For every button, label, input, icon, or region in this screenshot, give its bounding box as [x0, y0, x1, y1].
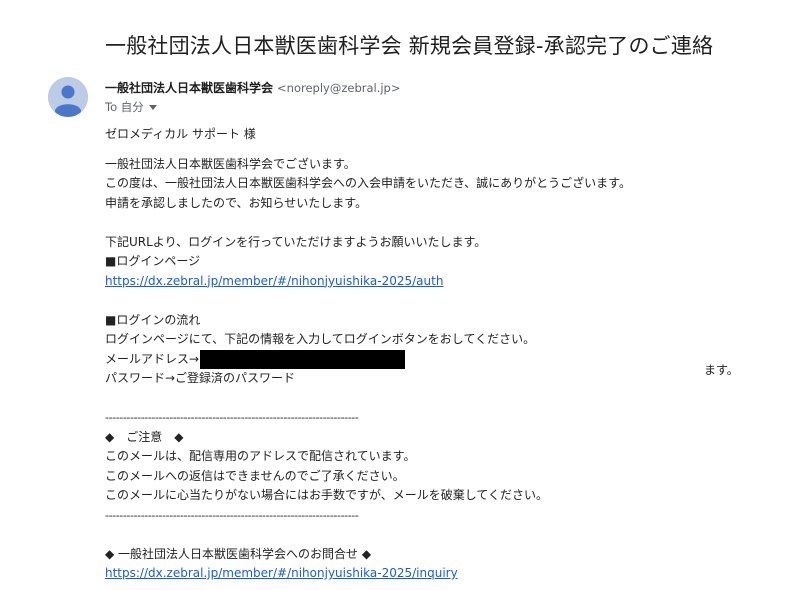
- login-flow-heading: ■ログインの流れ: [105, 312, 201, 327]
- inquiry-url-link[interactable]: https://dx.zebral.jp/member/#/nihonjyuis…: [105, 566, 458, 580]
- login-url-link[interactable]: https://dx.zebral.jp/member/#/nihonjyuis…: [105, 274, 443, 288]
- intro-line: 申請を承認しましたので、お知らせいたします。: [105, 195, 368, 210]
- email-view: 一般社団法人日本獣医歯科学会 新規会員登録-承認完了のご連絡 一般社団法人日本獣…: [0, 0, 800, 590]
- redacted-email-block: [200, 349, 406, 369]
- recipient-details-toggle[interactable]: To 自分: [105, 98, 157, 116]
- notice-line: このメールに心当たりがない場合にはお手数ですが、メールを破棄してください。: [105, 488, 549, 502]
- sender-email: <noreply@zebral.jp>: [277, 81, 401, 95]
- divider: ----------------------------------------…: [105, 411, 359, 424]
- stray-text: ます。: [704, 363, 739, 377]
- email-body: ゼロメディカル サポート 様 一般社団法人日本獣医歯科学会でございます。 この度…: [105, 125, 785, 584]
- sender-line: 一般社団法人日本獣医歯科学会 <noreply@zebral.jp>: [105, 79, 401, 97]
- sender-name[interactable]: 一般社団法人日本獣医歯科学会: [105, 81, 273, 95]
- login-page-heading: ■ログインページ: [105, 254, 201, 268]
- notice-heading: ◆ ご注意 ◆: [105, 429, 184, 444]
- chevron-down-icon[interactable]: [148, 105, 157, 110]
- inquiry-heading: ◆ 一般社団法人日本獣医歯科学会へのお問合せ ◆: [105, 546, 372, 561]
- person-icon: [48, 77, 88, 117]
- password-line: パスワード→ご登録済のパスワード: [105, 371, 296, 385]
- email-subject: 一般社団法人日本獣医歯科学会 新規会員登録-承認完了のご連絡: [105, 34, 714, 58]
- intro-line: 一般社団法人日本獣医歯科学会でございます。: [105, 156, 356, 171]
- greeting: ゼロメディカル サポート 様: [105, 127, 256, 141]
- login-request: 下記URLより、ログインを行っていただけますようお願いいたします。: [105, 234, 487, 249]
- recipient-label: To 自分: [105, 100, 144, 114]
- sender-avatar[interactable]: [48, 77, 88, 117]
- login-flow-text: ログインページにて、下記の情報を入力してログインボタンをおしてください。: [105, 332, 536, 346]
- notice-line: このメールは、配信専用のアドレスで配信されています。: [105, 449, 416, 463]
- intro-line: この度は、一般社団法人日本獣医歯科学会への入会申請をいただき、誠にありがとうござ…: [105, 176, 631, 190]
- divider: ----------------------------------------…: [105, 508, 359, 522]
- email-address-label: メールアドレス→: [105, 351, 200, 366]
- notice-line: このメールへの返信はできませんのでご了承ください。: [105, 468, 405, 483]
